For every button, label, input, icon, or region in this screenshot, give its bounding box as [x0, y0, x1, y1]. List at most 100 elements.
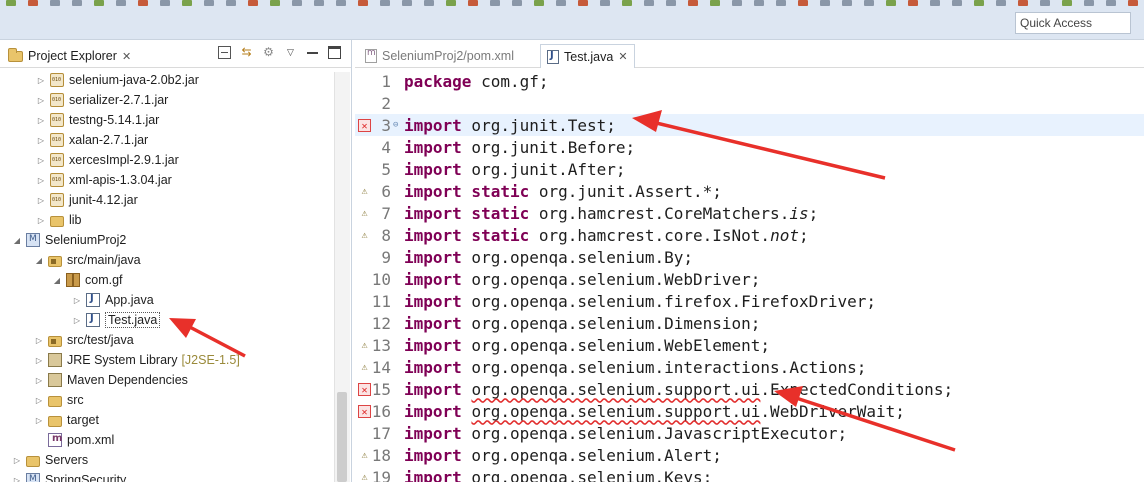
fold-icon[interactable]: ⊖	[393, 120, 398, 130]
keyword: import	[404, 379, 462, 399]
quick-access-input[interactable]: Quick Access	[1015, 12, 1131, 34]
warning-icon[interactable]: ⚠	[358, 339, 371, 352]
code-line[interactable]: ⚠ 7 import static org.hamcrest.CoreMatcher…	[355, 202, 1144, 224]
keyword: import	[404, 467, 462, 482]
tree-item[interactable]: ▷ src	[34, 390, 84, 410]
tree-item[interactable]: ▷ Maven Dependencies	[34, 370, 188, 390]
code-editor: SeleniumProj2/pom.xml Test.java ✕ 1 packa…	[355, 40, 1144, 482]
tree-item[interactable]: ▷ xercesImpl-2.9.1.jar	[36, 150, 179, 170]
tree-item[interactable]: ▷ serializer-2.7.1.jar	[36, 90, 168, 110]
code-line[interactable]: ⚠ 18 import org.openqa.selenium.Alert;	[355, 444, 1144, 466]
code-line[interactable]: 11 import org.openqa.selenium.firefox.Fir…	[355, 290, 1144, 312]
warning-icon[interactable]: ⚠	[358, 229, 371, 242]
code-line[interactable]: ✕ 16 import org.openqa.selenium.support.ui…	[355, 400, 1144, 422]
collapsed-arrow-icon[interactable]: ▷	[12, 476, 22, 482]
tree-item[interactable]: pom.xml	[34, 430, 114, 450]
tab-project-explorer[interactable]: Project Explorer ✕	[4, 44, 137, 68]
close-icon[interactable]: ✕	[618, 50, 627, 63]
warning-icon[interactable]: ⚠	[358, 361, 371, 374]
collapsed-arrow-icon[interactable]: ▷	[72, 296, 82, 305]
code-line[interactable]: 5 import org.junit.After;	[355, 158, 1144, 180]
keyword: import static	[404, 181, 530, 201]
tab-test-java[interactable]: Test.java ✕	[540, 44, 635, 68]
collapsed-arrow-icon[interactable]: ▷	[36, 176, 46, 185]
collapsed-arrow-icon[interactable]: ▷	[34, 376, 44, 385]
project-tree[interactable]: ▷ selenium-java-2.0b2.jar ▷ serializer-2.7.…	[0, 68, 351, 482]
warning-icon[interactable]: ⚠	[358, 185, 371, 198]
code-text: import org.openqa.selenium.Keys;	[404, 468, 712, 482]
tree-item[interactable]: ▷ target	[34, 410, 99, 430]
tree-item[interactable]: ▷ Test.java	[72, 310, 161, 330]
tree-item[interactable]: ◢ com.gf	[52, 270, 123, 290]
collapsed-arrow-icon[interactable]: ▷	[36, 136, 46, 145]
filter-icon[interactable]: ⚙	[262, 46, 275, 59]
minimize-icon[interactable]	[306, 46, 319, 59]
tree-item[interactable]: ▷ App.java	[72, 290, 154, 310]
code-area[interactable]: 1 package com.gf; 2 ✕ 3 ⊖ import org.junit.Tes…	[355, 68, 1144, 482]
code-line[interactable]: ⚠ 13 import org.openqa.selenium.WebElement…	[355, 334, 1144, 356]
code-line[interactable]: 4 import org.junit.Before;	[355, 136, 1144, 158]
error-icon[interactable]: ✕	[358, 404, 371, 418]
warning-icon[interactable]: ⚠	[358, 471, 371, 482]
tree-item[interactable]: ▷ junit-4.12.jar	[36, 190, 138, 210]
collapsed-arrow-icon[interactable]: ▷	[36, 216, 46, 225]
code-line[interactable]: 1 package com.gf;	[355, 70, 1144, 92]
folder-icon	[48, 395, 62, 407]
collapsed-arrow-icon[interactable]: ▷	[36, 196, 46, 205]
expanded-arrow-icon[interactable]: ◢	[12, 236, 22, 245]
code-line[interactable]: 2	[355, 92, 1144, 114]
code-line[interactable]: 17 import org.openqa.selenium.JavascriptE…	[355, 422, 1144, 444]
expanded-arrow-icon[interactable]: ◢	[34, 256, 44, 265]
collapsed-arrow-icon[interactable]: ▷	[36, 156, 46, 165]
line-number: 10	[371, 269, 391, 289]
code-line[interactable]: 9 import org.openqa.selenium.By;	[355, 246, 1144, 268]
collapsed-arrow-icon[interactable]: ▷	[12, 456, 22, 465]
error-icon[interactable]: ✕	[358, 118, 371, 132]
code-line[interactable]: ⚠ 8 import static org.hamcrest.core.IsNot.…	[355, 224, 1144, 246]
collapse-all-icon[interactable]	[218, 46, 231, 59]
code-line[interactable]: ✕ 3 ⊖ import org.junit.Test;	[355, 114, 1144, 136]
collapsed-arrow-icon[interactable]: ▷	[36, 76, 46, 85]
jar-icon	[50, 73, 64, 87]
code-line[interactable]: ✕ 15 import org.openqa.selenium.support.ui…	[355, 378, 1144, 400]
collapsed-arrow-icon[interactable]: ▷	[34, 396, 44, 405]
warning-icon[interactable]: ⚠	[358, 449, 371, 462]
tree-item[interactable]: ▷ JRE System Library [J2SE-1.5]	[34, 350, 240, 370]
tree-item[interactable]: ▷ xalan-2.7.1.jar	[36, 130, 148, 150]
tree-item-label: xml-apis-1.3.04.jar	[69, 173, 172, 187]
maven-project-icon	[26, 233, 40, 247]
tree-item[interactable]: ▷ testng-5.14.1.jar	[36, 110, 159, 130]
tree-item[interactable]: ▷ selenium-java-2.0b2.jar	[36, 70, 199, 90]
tree-item[interactable]: ▷ SpringSecurity	[12, 470, 126, 482]
tab-pom-xml[interactable]: SeleniumProj2/pom.xml	[359, 44, 520, 68]
code-identifier: org.junit.Before;	[461, 137, 636, 157]
maximize-icon[interactable]	[328, 46, 341, 59]
code-identifier: org.junit.After;	[461, 159, 626, 179]
explorer-scrollbar-thumb[interactable]	[337, 392, 347, 482]
warning-icon[interactable]: ⚠	[358, 207, 371, 220]
expanded-arrow-icon[interactable]: ◢	[52, 276, 62, 285]
collapsed-arrow-icon[interactable]: ▷	[72, 316, 82, 325]
code-line[interactable]: ⚠ 14 import org.openqa.selenium.interactio…	[355, 356, 1144, 378]
error-icon[interactable]: ✕	[358, 382, 371, 396]
collapsed-arrow-icon[interactable]: ▷	[36, 116, 46, 125]
collapsed-arrow-icon[interactable]: ▷	[34, 336, 44, 345]
code-line[interactable]: 12 import org.openqa.selenium.Dimension;	[355, 312, 1144, 334]
view-menu-icon[interactable]: ▽	[284, 46, 297, 59]
code-line[interactable]: ⚠ 6 import static org.junit.Assert.*;	[355, 180, 1144, 202]
code-line[interactable]: 10 import org.openqa.selenium.WebDriver;	[355, 268, 1144, 290]
tree-item[interactable]: ▷ Servers	[12, 450, 88, 470]
tree-item[interactable]: ◢ SeleniumProj2	[12, 230, 126, 250]
link-with-editor-icon[interactable]: ⇆	[240, 46, 253, 59]
code-line[interactable]: ⚠ 19 import org.openqa.selenium.Keys;	[355, 466, 1144, 482]
tree-item[interactable]: ▷ src/test/java	[34, 330, 134, 350]
collapsed-arrow-icon[interactable]: ▷	[36, 96, 46, 105]
tree-item[interactable]: ▷ lib	[36, 210, 82, 230]
collapsed-arrow-icon[interactable]: ▷	[34, 356, 44, 365]
close-icon[interactable]: ✕	[122, 50, 131, 63]
toolbar-icon-strip[interactable]	[0, 0, 1144, 8]
tree-item[interactable]: ◢ src/main/java	[34, 250, 141, 270]
tree-item-label: JRE System Library	[67, 353, 178, 367]
tree-item[interactable]: ▷ xml-apis-1.3.04.jar	[36, 170, 172, 190]
collapsed-arrow-icon[interactable]: ▷	[34, 416, 44, 425]
